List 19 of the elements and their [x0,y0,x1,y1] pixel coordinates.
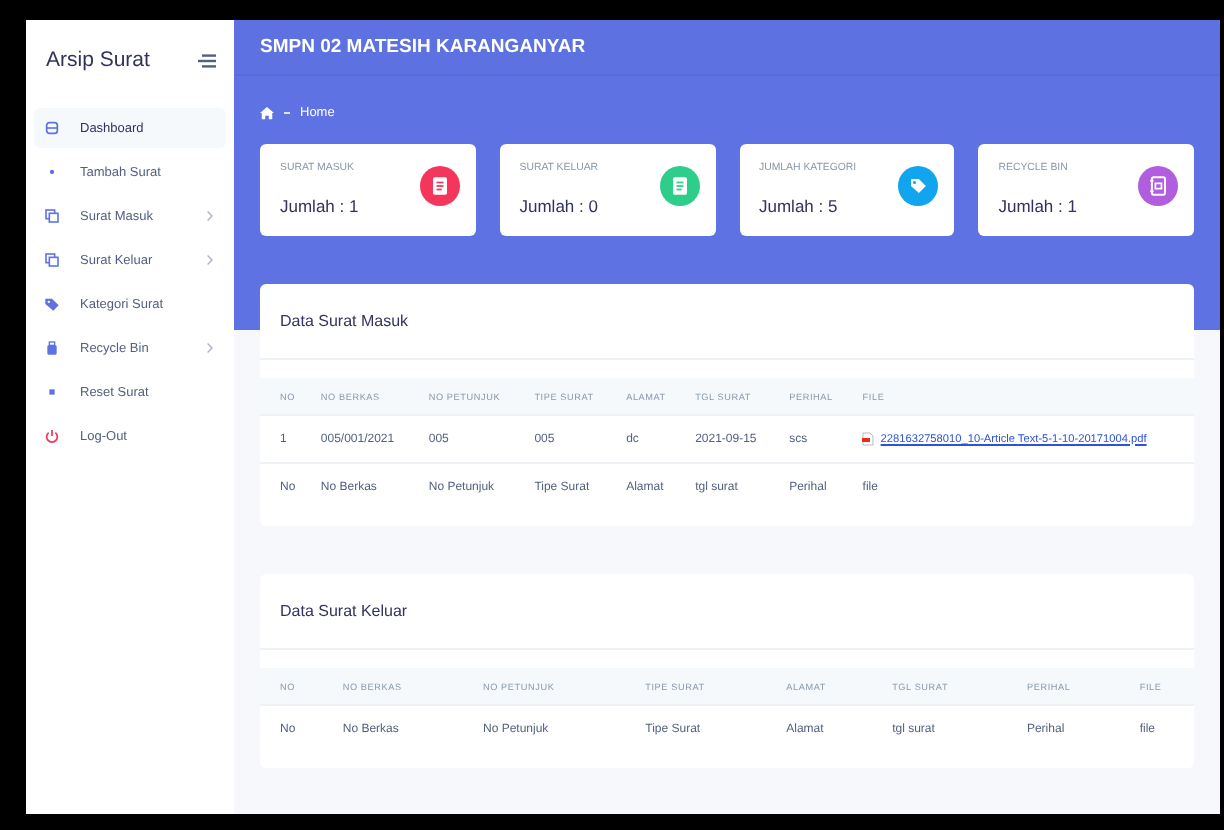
stat-value: Jumlah : 1 [280,196,359,216]
page-title: SMPN 02 MATESIH KARANGANYAR [260,36,586,58]
stat-value: Jumlah : 5 [759,196,840,216]
tag-icon [44,296,60,312]
copy-icon [44,252,60,268]
card-title: Data Surat Masuk [280,312,409,330]
bag-icon [44,340,60,356]
dot-icon [44,164,60,180]
stat-value: Jumlah : 0 [519,196,599,216]
card-title: Data Surat Keluar [280,602,408,620]
home-icon[interactable] [260,105,274,119]
pdf-file-icon [862,432,875,446]
brand-title: Arsip Surat [46,48,150,72]
square-icon [44,384,60,400]
power-icon [44,428,60,444]
stat-value: Jumlah : 1 [998,196,1077,216]
menu-icon[interactable] [198,53,216,67]
copy-icon [44,208,60,224]
monitor-icon [44,120,60,136]
